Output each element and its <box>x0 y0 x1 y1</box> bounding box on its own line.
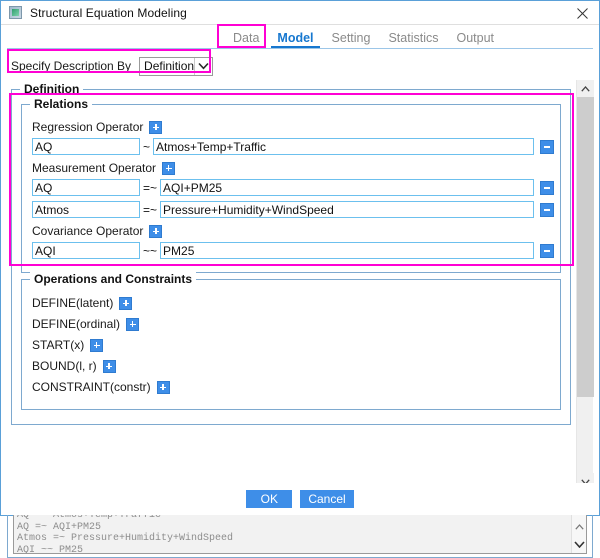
start-x-label: START(x) <box>32 338 84 352</box>
covariance-operator-label: Covariance Operator <box>32 224 143 238</box>
minus-icon[interactable] <box>540 244 554 258</box>
minus-icon[interactable] <box>540 181 554 195</box>
measurement-operator-symbol: =~ <box>140 181 160 195</box>
define-ordinal-label: DEFINE(ordinal) <box>32 317 120 331</box>
plus-icon[interactable] <box>126 318 139 331</box>
specify-description-value: Definition <box>140 59 194 73</box>
regression-operator-symbol: ~ <box>140 140 153 154</box>
minus-icon[interactable] <box>540 203 554 217</box>
relations-legend: Relations <box>30 97 92 111</box>
tab-statistics[interactable]: Statistics <box>379 31 447 49</box>
covariance-rhs-input[interactable]: PM25 <box>160 242 534 259</box>
tab-output[interactable]: Output <box>447 31 503 49</box>
measurement-lhs-input[interactable]: Atmos <box>32 201 140 218</box>
close-icon[interactable] <box>571 3 593 23</box>
measurement-lhs-input[interactable]: AQ <box>32 179 140 196</box>
tab-bar: Data Model Setting Statistics Output <box>1 25 599 49</box>
measurement-operator-header: Measurement Operator <box>32 161 554 175</box>
measurement-operator-symbol: =~ <box>140 203 160 217</box>
specify-description-label: Specify Description By <box>11 59 131 73</box>
regression-operator-label: Regression Operator <box>32 120 143 134</box>
relations-group: Relations Regression Operator AQ ~ Atmos… <box>21 104 561 273</box>
covariance-operator-symbol: ~~ <box>140 244 160 258</box>
chevron-down-icon <box>194 58 212 75</box>
constraint-row: CONSTRAINT(constr) <box>32 380 554 394</box>
define-latent-label: DEFINE(latent) <box>32 296 113 310</box>
operations-constraints-group: Operations and Constraints DEFINE(latent… <box>21 279 561 410</box>
plus-icon[interactable] <box>157 381 170 394</box>
title-bar: Structural Equation Modeling <box>1 1 599 25</box>
app-window-icon <box>9 6 22 19</box>
tab-setting[interactable]: Setting <box>323 31 380 49</box>
sem-dialog-window: Structural Equation Modeling Data Model … <box>0 0 600 516</box>
cancel-button[interactable]: Cancel <box>300 490 353 508</box>
bound-label: BOUND(l, r) <box>32 359 97 373</box>
regression-row: AQ ~ Atmos+Temp+Traffic <box>32 138 554 155</box>
scroll-content: Definition Relations Regression Operator… <box>7 80 575 490</box>
constraint-label: CONSTRAINT(constr) <box>32 380 151 394</box>
covariance-operator-header: Covariance Operator <box>32 224 554 238</box>
covariance-row: AQI ~~ PM25 <box>32 242 554 259</box>
measurement-rhs-input[interactable]: Pressure+Humidity+WindSpeed <box>160 201 534 218</box>
plus-icon[interactable] <box>103 360 116 373</box>
regression-rhs-input[interactable]: Atmos+Temp+Traffic <box>153 138 534 155</box>
measurement-rhs-input[interactable]: AQI+PM25 <box>160 179 534 196</box>
bound-row: BOUND(l, r) <box>32 359 554 373</box>
window-title: Structural Equation Modeling <box>30 6 187 20</box>
dialog-body: Definition Relations Regression Operator… <box>7 80 593 490</box>
measurement-operator-label: Measurement Operator <box>32 161 156 175</box>
measurement-row: AQ =~ AQI+PM25 <box>32 179 554 196</box>
chevron-up-icon[interactable] <box>577 80 594 97</box>
plus-icon[interactable] <box>149 121 162 134</box>
plus-icon[interactable] <box>90 339 103 352</box>
chevron-down-icon[interactable] <box>572 537 586 551</box>
define-latent-row: DEFINE(latent) <box>32 296 554 310</box>
covariance-lhs-input[interactable]: AQI <box>32 242 140 259</box>
define-ordinal-row: DEFINE(ordinal) <box>32 317 554 331</box>
plus-icon[interactable] <box>119 297 132 310</box>
regression-lhs-input[interactable]: AQ <box>32 138 140 155</box>
tab-data[interactable]: Data <box>224 31 268 49</box>
minus-icon[interactable] <box>540 140 554 154</box>
specify-description-select[interactable]: Definition <box>139 57 213 76</box>
start-x-row: START(x) <box>32 338 554 352</box>
definition-legend: Definition <box>20 82 83 96</box>
definition-group: Definition Relations Regression Operator… <box>11 89 571 425</box>
plus-icon[interactable] <box>149 225 162 238</box>
vertical-scrollbar[interactable] <box>576 80 593 490</box>
tab-model[interactable]: Model <box>268 31 322 49</box>
specify-description-row: Specify Description By Definition <box>11 55 211 77</box>
regression-operator-header: Regression Operator <box>32 120 554 134</box>
scrollbar-thumb[interactable] <box>577 97 594 397</box>
dialog-footer: OK Cancel <box>1 483 599 515</box>
operations-constraints-legend: Operations and Constraints <box>30 272 196 286</box>
tab-underline <box>7 48 593 49</box>
measurement-row: Atmos =~ Pressure+Humidity+WindSpeed <box>32 201 554 218</box>
ok-button[interactable]: OK <box>246 490 292 508</box>
chevron-up-icon[interactable] <box>572 520 586 534</box>
plus-icon[interactable] <box>162 162 175 175</box>
